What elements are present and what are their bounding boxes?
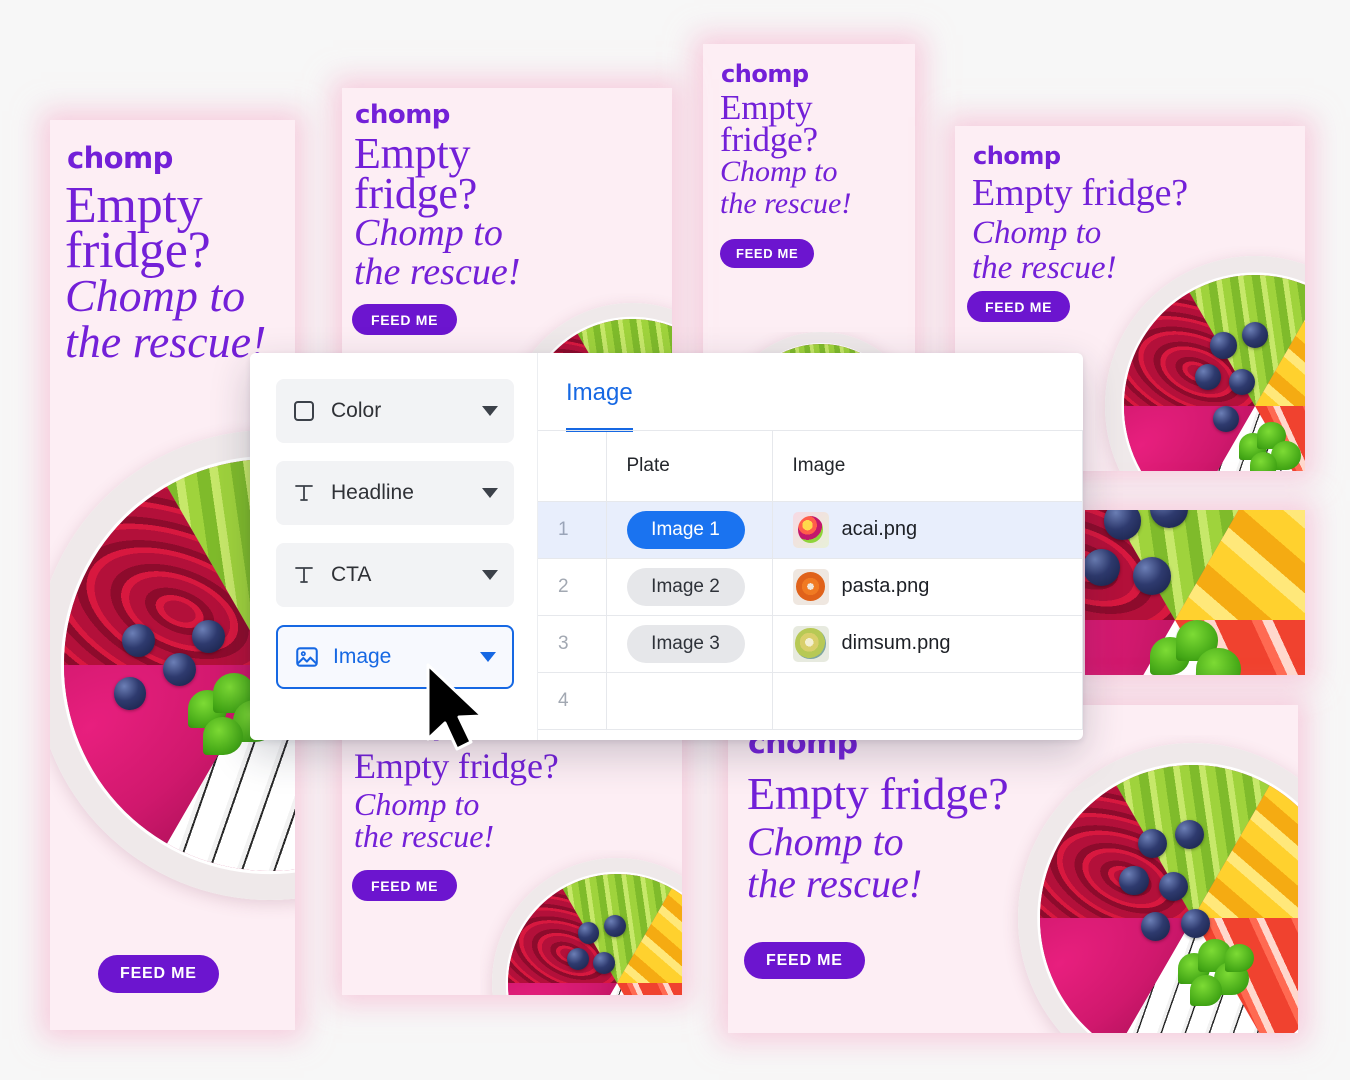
ad-subhead-line2: the rescue! [720, 187, 852, 220]
ad-subhead-line1: Chomp to [972, 215, 1102, 251]
ad-headline: Empty fridge? [747, 768, 1009, 819]
ad-brand-logo: chomp [721, 60, 809, 88]
table-header-row: Plate Image [538, 431, 1083, 502]
dimsum-thumbnail-icon [792, 625, 829, 662]
table-row[interactable]: 1 Image 1 acai.png [538, 501, 1083, 559]
row-number: 2 [538, 558, 607, 616]
tab-image[interactable]: Image [566, 379, 633, 432]
ad-cta-button[interactable]: FEED ME [352, 304, 458, 335]
plate-cell[interactable] [606, 672, 773, 730]
file-name: dimsum.png [841, 632, 951, 654]
field-label-color: Color [331, 399, 382, 422]
field-label-cta: CTA [331, 563, 372, 586]
image-editor-panel: Color Headline CTA Image Image Plate Ima… [250, 353, 1083, 740]
ad-cta-button[interactable]: FEED ME [744, 942, 865, 979]
image-cell[interactable] [772, 672, 1083, 730]
ad-food-photo [1095, 246, 1305, 471]
col-header-rownum [538, 431, 607, 502]
chevron-down-icon[interactable] [482, 406, 498, 416]
tab-bar: Image [538, 353, 1083, 432]
ad-subhead-line1: Chomp to [65, 270, 246, 321]
ad-cta-button[interactable]: FEED ME [967, 291, 1071, 322]
image-cell[interactable]: acai.png [772, 501, 1083, 559]
pasta-thumbnail-icon [792, 568, 829, 605]
ad-brand-logo: chomp [67, 141, 173, 175]
ad-brand-logo: chomp [355, 100, 450, 130]
ad-subhead-line2: the rescue! [747, 861, 923, 906]
plate-pill[interactable]: Image 2 [626, 567, 745, 606]
field-label-headline: Headline [331, 481, 414, 504]
image-table: Plate Image 1 Image 1 acai.png 2 Image 2… [538, 431, 1083, 730]
image-cell[interactable]: dimsum.png [772, 615, 1083, 673]
ad-headline-line2: fridge? [720, 120, 818, 159]
field-row-color[interactable]: Color [276, 379, 514, 443]
ad-food-photo [480, 850, 682, 995]
image-cell[interactable]: pasta.png [772, 558, 1083, 616]
ad-subhead-line2: the rescue! [354, 818, 495, 854]
plate-cell[interactable]: Image 2 [606, 558, 773, 616]
row-number: 4 [538, 672, 607, 730]
field-row-headline[interactable]: Headline [276, 461, 514, 525]
plate-pill[interactable]: Image 1 [626, 510, 745, 549]
panel-content: Image Plate Image 1 Image 1 acai.png 2 I… [537, 353, 1083, 740]
col-header-plate: Plate [606, 431, 773, 502]
image-icon [294, 644, 324, 670]
ad-brand-logo: chomp [973, 142, 1061, 170]
field-row-image[interactable]: Image [276, 625, 514, 689]
text-type-icon [292, 563, 322, 587]
ad-subhead-line1: Chomp to [720, 155, 838, 188]
ad-card-square-bottom[interactable]: chomp Empty fridge? Chomp to the rescue!… [342, 700, 682, 995]
acai-thumbnail-icon [792, 511, 829, 548]
table-row[interactable]: 3 Image 3 dimsum.png [538, 615, 1083, 673]
col-header-image: Image [772, 431, 1083, 502]
field-row-cta[interactable]: CTA [276, 543, 514, 607]
ad-cta-button[interactable]: FEED ME [352, 870, 458, 901]
ad-headline: Empty fridge? [972, 172, 1188, 214]
ad-subhead-line1: Chomp to [747, 819, 904, 864]
ad-card-large-bottom[interactable]: chomp Empty fridge? Chomp to the rescue!… [728, 705, 1298, 1033]
field-label-image: Image [333, 645, 392, 668]
ad-headline-line2: fridge? [354, 169, 478, 218]
text-type-icon [292, 481, 322, 505]
chevron-down-icon[interactable] [482, 488, 498, 498]
square-swatch-icon [292, 399, 322, 423]
table-row[interactable]: 4 [538, 672, 1083, 730]
ad-food-photo [1085, 510, 1305, 675]
table-row[interactable]: 2 Image 2 pasta.png [538, 558, 1083, 616]
ad-subhead-line2: the rescue! [354, 251, 521, 293]
chevron-down-icon[interactable] [480, 652, 496, 662]
ad-headline: Empty fridge? [354, 746, 559, 786]
ad-subhead-line2: the rescue! [65, 316, 267, 367]
chevron-down-icon[interactable] [482, 570, 498, 580]
plate-pill[interactable]: Image 3 [626, 624, 745, 663]
plate-cell[interactable]: Image 1 [606, 501, 773, 559]
canvas-stage: chomp Empty fridge? Chomp to the rescue!… [0, 0, 1350, 1080]
row-number: 3 [538, 615, 607, 673]
ad-card-banner-right[interactable] [1085, 510, 1305, 675]
ad-subhead-line1: Chomp to [354, 786, 480, 822]
ad-food-photo [998, 735, 1298, 1033]
row-number: 1 [538, 501, 607, 559]
file-name: acai.png [841, 518, 918, 540]
ad-subhead-line1: Chomp to [354, 212, 503, 254]
panel-field-list: Color Headline CTA Image [250, 353, 537, 740]
ad-cta-button[interactable]: FEED ME [98, 955, 219, 993]
file-name: pasta.png [841, 575, 930, 597]
tab-bar-divider [538, 430, 1083, 431]
ad-cta-button[interactable]: FEED ME [720, 239, 815, 268]
plate-cell[interactable]: Image 3 [606, 615, 773, 673]
